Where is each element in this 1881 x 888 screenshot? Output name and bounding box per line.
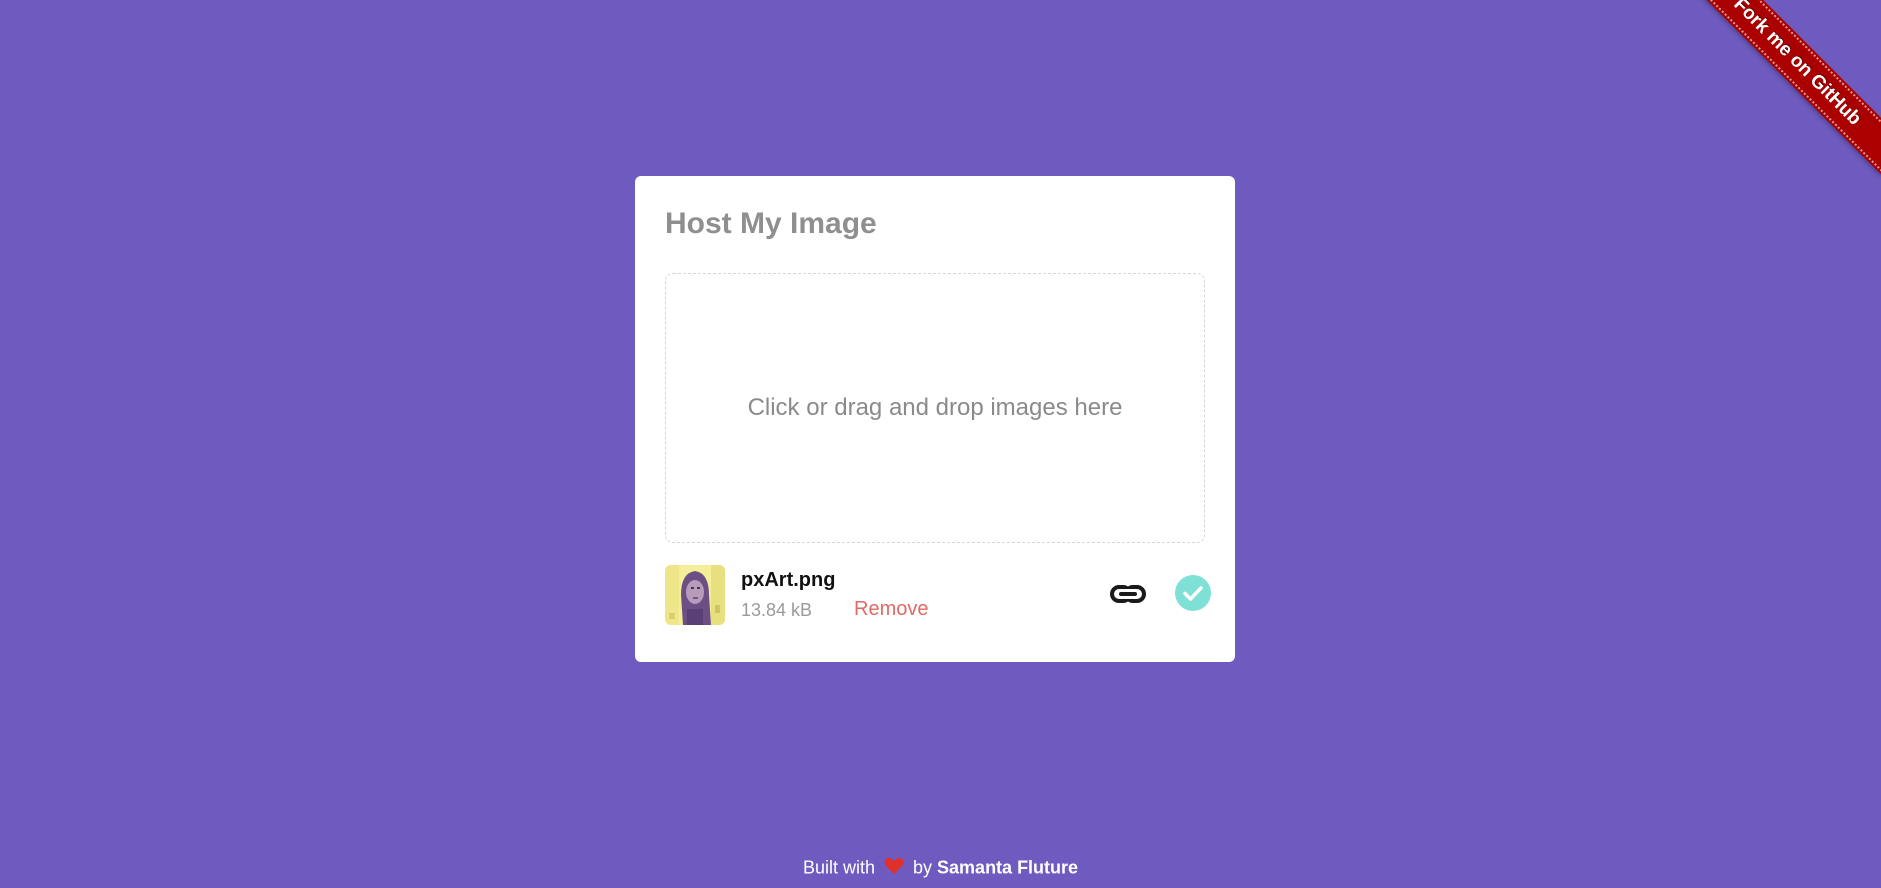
fork-ribbon-container: Fork me on GitHub [1691, 0, 1881, 190]
remove-button[interactable]: Remove [854, 598, 928, 621]
check-circle-icon [1175, 575, 1211, 611]
thumbnail-art-icon [665, 565, 725, 625]
link-icon[interactable] [1109, 579, 1147, 609]
checkmark-icon [1183, 586, 1203, 601]
file-name: pxArt.png [741, 569, 836, 591]
footer-by: by [913, 857, 933, 878]
heart-icon-svg [884, 857, 904, 874]
page-title: Host My Image [665, 207, 877, 240]
image-dropzone[interactable]: Click or drag and drop images here [665, 273, 1205, 543]
footer-built-with: Built with [802, 857, 875, 878]
footer-author-link[interactable]: Samanta Fluture [937, 857, 1078, 877]
image-thumbnail [665, 565, 725, 625]
upload-card: Host My Image Click or drag and drop ima… [635, 176, 1235, 662]
fork-me-on-github-ribbon[interactable]: Fork me on GitHub [1691, 0, 1881, 174]
dropzone-text: Click or drag and drop images here [747, 394, 1123, 421]
uploaded-file-row: pxArt.png 13.84 kB Remove [665, 565, 1211, 627]
file-size: 13.84 kB [741, 600, 813, 620]
heart-icon [884, 857, 904, 880]
footer: Built with by Samanta Fluture [0, 857, 1881, 880]
link-icon-svg [1110, 585, 1146, 603]
page: Fork me on GitHub Host My Image Click or… [0, 0, 1881, 888]
